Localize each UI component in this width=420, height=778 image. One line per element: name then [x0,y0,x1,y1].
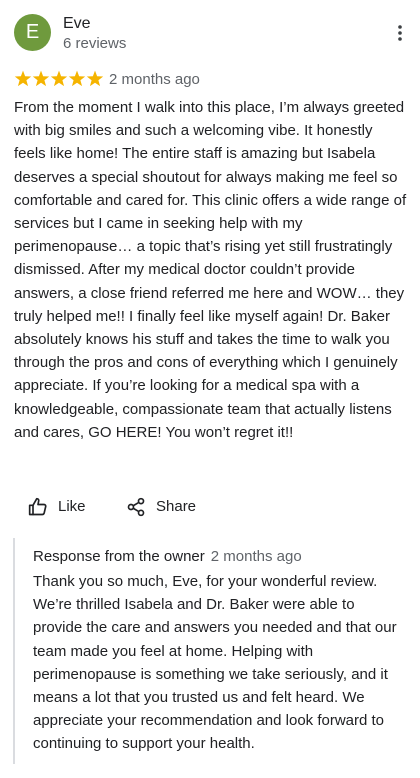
reviewer-review-count: 6 reviews [63,35,127,52]
review-header: E Eve 6 reviews [14,14,406,54]
owner-response-text: Thank you so much, Eve, for your wonderf… [33,573,397,753]
review-actions: Like Share [28,495,328,519]
review-text: From the moment I walk into this place, … [14,99,407,441]
owner-response-header: Response from the owner 2 months ago [33,548,302,566]
like-label: Like [58,498,86,515]
avatar[interactable]: E [14,14,51,51]
star-icon [32,70,50,87]
rating-row: 2 months ago [14,70,314,90]
star-rating [14,70,104,87]
owner-response-title: Response from the owner [33,548,205,565]
reviewer-name[interactable]: Eve [63,14,91,33]
like-button[interactable]: Like [28,495,86,519]
share-label: Share [156,498,197,515]
more-vertical-icon [398,25,402,41]
owner-response-date: 2 months ago [210,548,302,565]
star-icon [14,70,32,87]
star-icon [68,70,86,87]
review-card: E Eve 6 reviews 2 months ago From the mo… [0,0,420,778]
star-icon [50,70,68,87]
share-icon [127,497,145,517]
more-options-button[interactable] [394,24,406,42]
star-icon [86,70,104,87]
share-button[interactable]: Share [126,495,196,519]
owner-response: Response from the owner 2 months ago Than… [13,538,410,764]
thumbs-up-icon [28,497,47,516]
review-date: 2 months ago [109,71,200,88]
